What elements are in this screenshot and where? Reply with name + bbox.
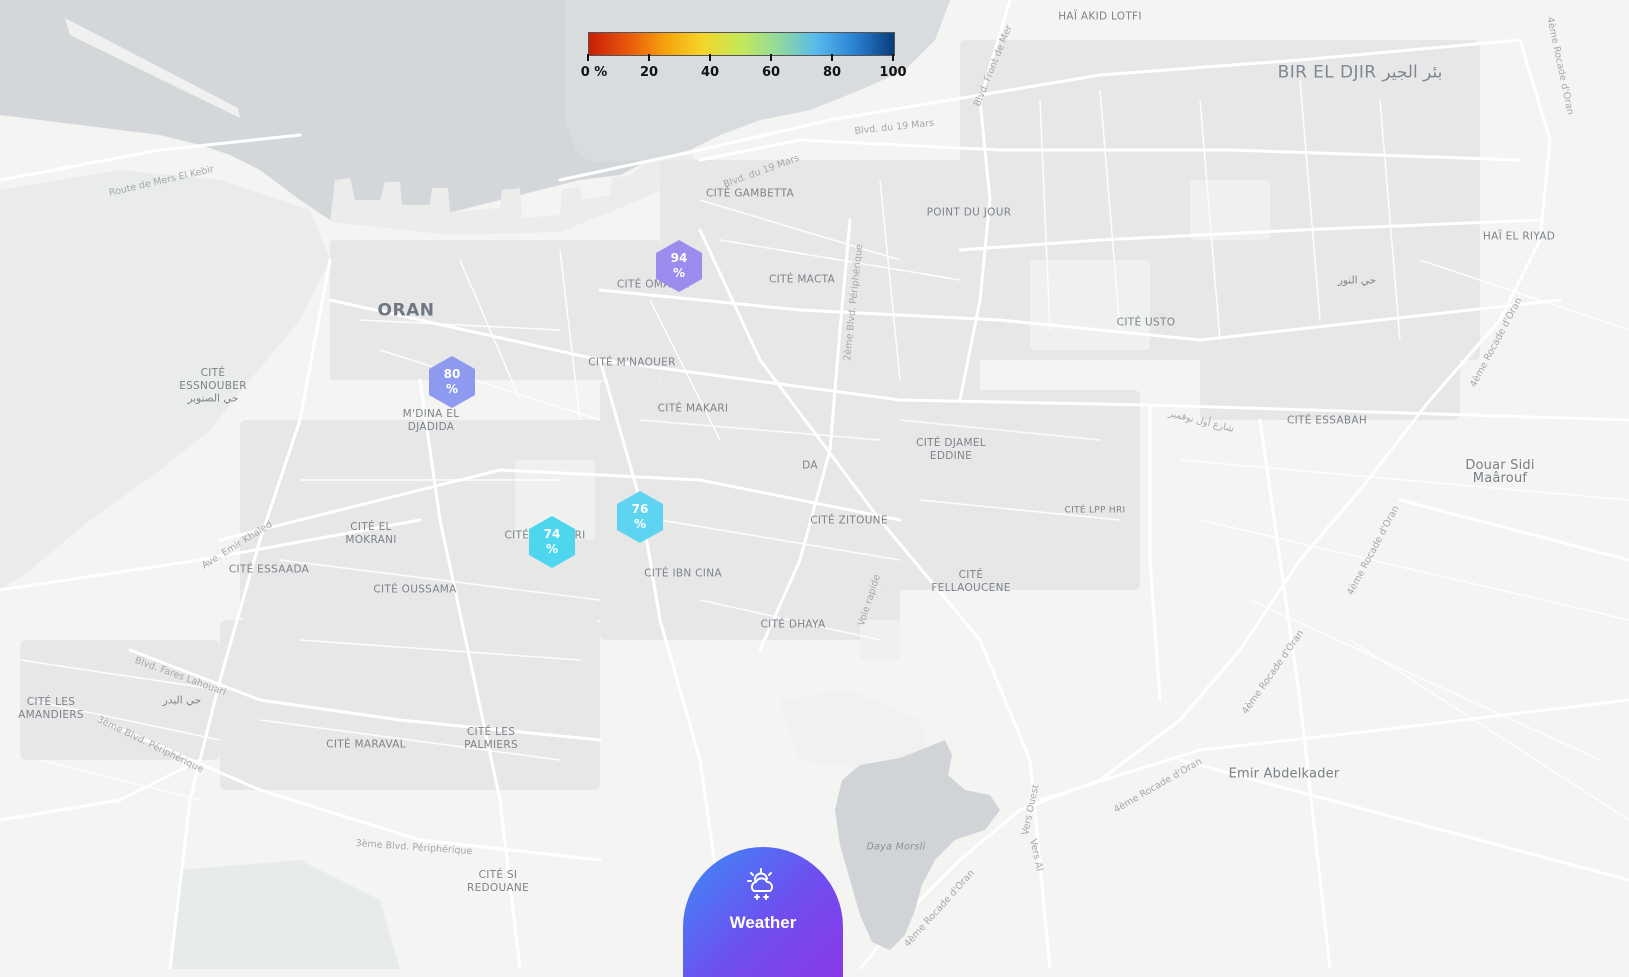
legend-tick bbox=[648, 54, 650, 61]
marker-unit: % bbox=[545, 542, 559, 556]
place-label-bir-el-djir: BIR EL DJIR بئر الجير bbox=[1277, 62, 1443, 83]
legend-tick bbox=[831, 54, 833, 61]
place-label: حي الصنوبر bbox=[187, 392, 239, 405]
weather-icon bbox=[747, 868, 773, 900]
place-label: CITÉ ESSAADA bbox=[228, 563, 310, 576]
hex-marker-cite-el-hamri[interactable]: 74 % bbox=[528, 515, 576, 569]
place-label: CITÉ LES PALMIERS bbox=[464, 726, 518, 751]
marker-unit: % bbox=[672, 266, 686, 280]
place-label: DA bbox=[802, 459, 818, 472]
legend-tick-label: 60 bbox=[761, 65, 781, 80]
place-label: CITÉ IBN CINA bbox=[644, 567, 722, 580]
place-label: CITÉ USTO bbox=[1116, 316, 1176, 329]
hex-marker-cite-ibn-cina[interactable]: 76 % bbox=[616, 490, 664, 544]
place-label: CITÉ MACTA bbox=[769, 273, 835, 286]
map-base-layer bbox=[0, 0, 1629, 969]
place-label: CITÉ OUSSAMA bbox=[373, 583, 457, 596]
marker-unit: % bbox=[633, 517, 647, 531]
legend-tick-label: 40 bbox=[700, 65, 720, 80]
legend-tick bbox=[770, 54, 772, 61]
place-label: CITÉ FELLAOUCENE bbox=[931, 569, 1011, 594]
place-label: CITÉ DHAYA bbox=[760, 618, 826, 631]
marker-value: 80 bbox=[443, 367, 461, 381]
place-label-oran: ORAN bbox=[377, 300, 435, 321]
place-label: CITÉ EL MOKRANI bbox=[345, 521, 397, 546]
place-label: CITÉ SI REDOUANE bbox=[466, 869, 530, 894]
place-label: حي النور bbox=[1337, 274, 1377, 287]
place-label: HAÏ EL RIYAD bbox=[1482, 230, 1556, 243]
legend-tick-label: 0 % bbox=[580, 65, 608, 80]
place-label: CITÉ ZITOUNE bbox=[810, 514, 888, 527]
map-canvas[interactable]: Route de Mers El Kebir Blvd. du 19 Mars … bbox=[0, 0, 1629, 969]
legend-tick bbox=[892, 54, 894, 61]
legend-tick-label: 20 bbox=[639, 65, 659, 80]
place-label: حي البدر bbox=[162, 694, 202, 707]
place-label: POINT DU JOUR bbox=[926, 206, 1012, 219]
legend-tick bbox=[709, 54, 711, 61]
place-label: HAÏ AKID LOTFI bbox=[1058, 10, 1142, 23]
hex-marker-mdina-el-djadida[interactable]: 80 % bbox=[428, 355, 476, 409]
place-label: CITÉ GAMBETTA bbox=[706, 187, 794, 200]
color-scale-legend: 0 % 20 40 60 80 100 bbox=[565, 30, 907, 90]
legend-tick-label: 100 bbox=[879, 65, 907, 80]
place-label: CITÉ DJAMEL EDDINE bbox=[916, 437, 986, 462]
place-label: CITÉ MARAVAL bbox=[326, 738, 406, 751]
hex-marker-cite-omaria[interactable]: 94 % bbox=[655, 239, 703, 293]
place-label: CITÉ ESSABAH bbox=[1286, 414, 1368, 427]
place-label: CITÉ M'NAOUER bbox=[588, 356, 676, 369]
marker-value: 76 bbox=[631, 502, 649, 516]
place-label: CITÉ LES AMANDIERS bbox=[18, 696, 84, 721]
lake-label: Daya Morsli bbox=[866, 841, 926, 853]
marker-value: 74 bbox=[543, 527, 561, 541]
place-label: Douar Sidi Maârouf bbox=[1465, 458, 1535, 486]
place-label: CITÉ ESSNOUBER bbox=[179, 367, 247, 392]
marker-value: 94 bbox=[670, 251, 688, 265]
legend-tick-label: 80 bbox=[822, 65, 842, 80]
place-label: Emir Abdelkader bbox=[1228, 766, 1340, 782]
color-scale-bar bbox=[588, 32, 895, 56]
weather-button-label: Weather bbox=[729, 913, 797, 932]
place-label: CITÉ LPP HRI bbox=[1064, 505, 1126, 516]
marker-unit: % bbox=[445, 382, 459, 396]
place-label: M'DINA EL DJADIDA bbox=[402, 408, 460, 433]
legend-tick bbox=[587, 54, 589, 61]
place-label: CITÉ MAKARI bbox=[657, 402, 729, 415]
